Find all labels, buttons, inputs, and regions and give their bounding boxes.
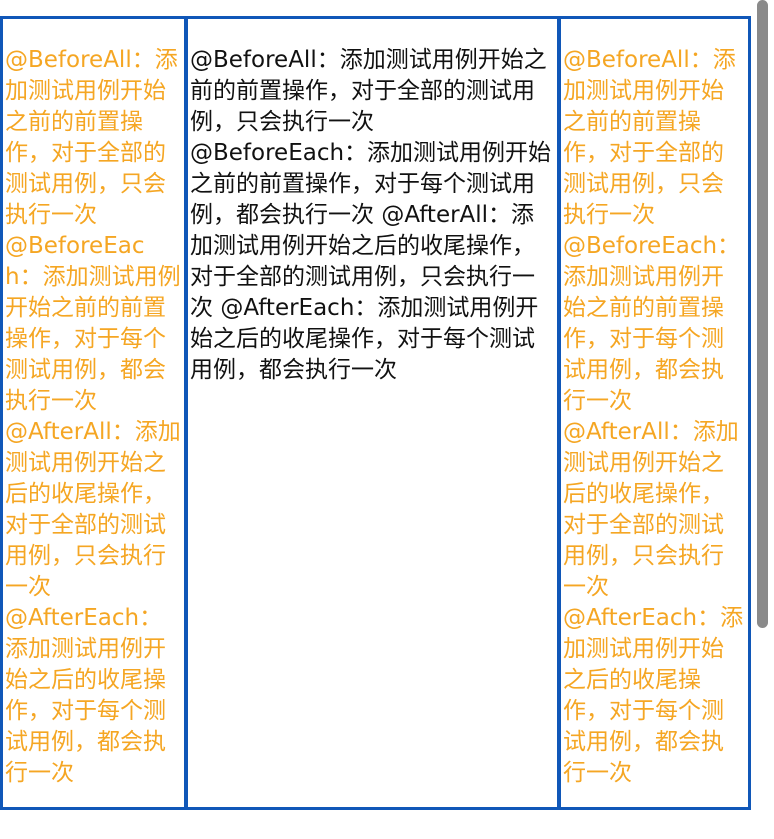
right-before-all-text: @BeforeAll：添加测试用例开始之前的前置操作，对于全部的测试用例，只会执… [563,47,736,228]
right-before-each-text: @BeforeEach：添加测试用例开始之前的前置操作，对于每个测试用例，都会执… [563,233,741,414]
right-after-all-text: @AfterAll：添加测试用例开始之后的收尾操作，对于全部的测试用例，只会执行… [563,419,739,600]
left-column: @BeforeAll：添加测试用例开始之前的前置操作，对于全部的测试用例，只会执… [3,19,188,807]
middle-before-all-text: @BeforeAll：添加测试用例开始之前的前置操作，对于全部的测试用例，只会执… [190,47,547,135]
left-after-each-text: @AfterEach：添加测试用例开始之后的收尾操作，对于每个测试用例，都会执行… [5,605,166,786]
left-before-all-text: @BeforeAll：添加测试用例开始之前的前置操作，对于全部的测试用例，只会执… [5,47,178,228]
three-column-container: @BeforeAll：添加测试用例开始之前的前置操作，对于全部的测试用例，只会执… [0,16,751,810]
left-after-all-text: @AfterAll：添加测试用例开始之后的收尾操作，对于全部的测试用例，只会执行… [5,419,181,600]
right-after-each-text: @AfterEach：添加测试用例开始之后的收尾操作，对于每个测试用例，都会执行… [563,605,744,786]
right-column: @BeforeAll：添加测试用例开始之前的前置操作，对于全部的测试用例，只会执… [561,19,748,807]
vertical-scrollbar-thumb[interactable] [757,0,768,628]
middle-after-each-text: @AfterEach：添加测试用例开始之后的收尾操作，对于每个测试用例，都会执行… [190,295,539,383]
middle-column: @BeforeAll：添加测试用例开始之前的前置操作，对于全部的测试用例，只会执… [188,19,561,807]
left-before-each-text: @BeforeEach：添加测试用例开始之前的前置操作，对于每个测试用例，都会执… [5,233,181,414]
